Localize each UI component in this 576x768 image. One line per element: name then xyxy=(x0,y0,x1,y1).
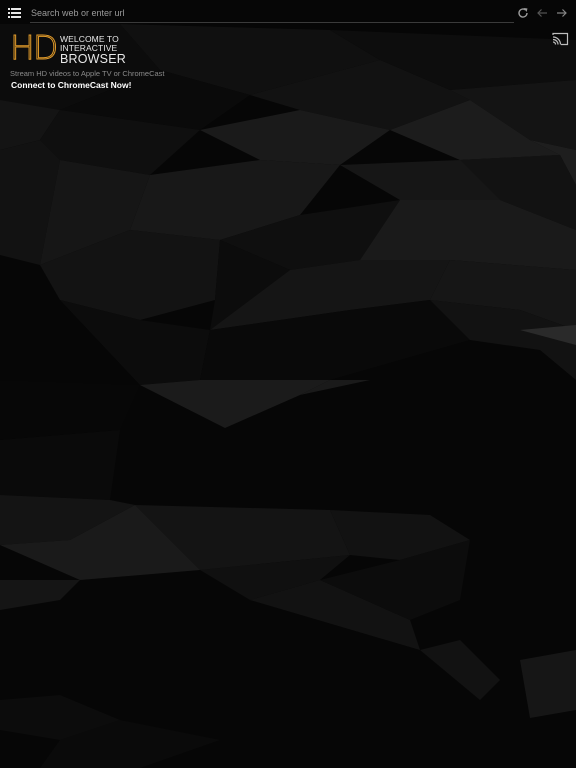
browser-toolbar xyxy=(0,0,576,26)
logo-line-browser: BROWSER xyxy=(60,52,126,66)
list-menu-icon[interactable] xyxy=(6,4,24,22)
arrow-right-icon[interactable] xyxy=(555,6,569,20)
browser-home-page: HD WELCOME TO INTERACTIVE BROWSER Stream… xyxy=(0,0,576,768)
tagline-text: Stream HD videos to Apple TV or ChromeCa… xyxy=(10,69,165,78)
app-logo: HD WELCOME TO INTERACTIVE BROWSER xyxy=(9,30,150,66)
url-input[interactable] xyxy=(30,4,515,21)
arrow-left-icon[interactable] xyxy=(535,6,549,20)
logo-hd-mark: HD xyxy=(9,28,58,67)
cast-icon[interactable] xyxy=(551,32,569,46)
logo-wordmark: WELCOME TO INTERACTIVE BROWSER xyxy=(60,35,126,66)
connect-chromecast-link[interactable]: Connect to ChromeCast Now! xyxy=(11,80,131,90)
low-poly-background xyxy=(0,0,576,768)
reload-icon[interactable] xyxy=(516,6,530,20)
url-bar xyxy=(30,4,515,23)
